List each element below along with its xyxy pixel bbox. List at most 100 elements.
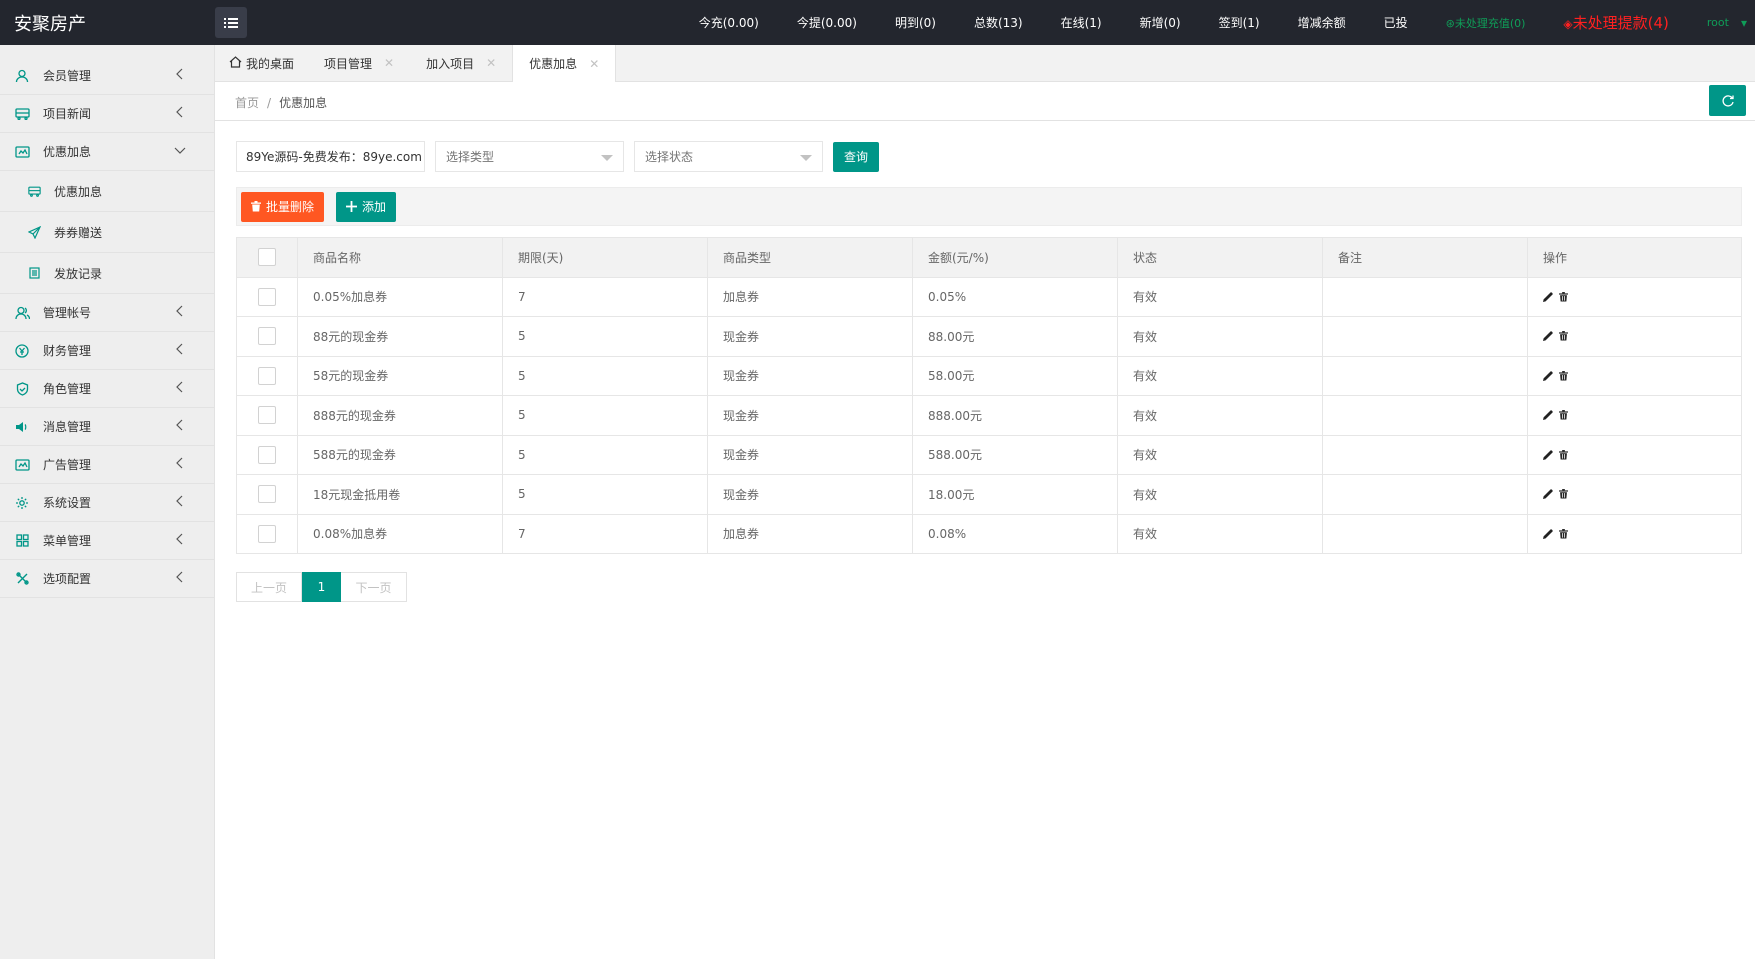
header-actions: 操作: [1527, 237, 1742, 278]
sidebar-item-promo[interactable]: 优惠加息: [0, 133, 214, 171]
tab-promo[interactable]: 优惠加息 ✕: [512, 45, 617, 82]
top-bar: 安聚房产 今充(0.00) 今提(0.00) 明到(0) 总数(13) 在线(1…: [0, 0, 1755, 45]
row-checkbox[interactable]: [258, 327, 276, 346]
table-row: 18元现金抵用卷 5 现金券 18.00元 有效: [236, 474, 1742, 515]
breadcrumb-current: 优惠加息: [279, 96, 328, 110]
list-icon: [26, 265, 42, 281]
cell-actions: [1527, 276, 1742, 317]
row-actions: [1543, 370, 1741, 381]
close-icon[interactable]: ✕: [486, 56, 496, 70]
top-nav-pending-withdraw[interactable]: ◈未处理提款(4): [1544, 12, 1687, 33]
query-button[interactable]: 查询: [833, 141, 880, 172]
row-checkbox[interactable]: [258, 524, 276, 543]
edit-icon[interactable]: [1543, 489, 1553, 500]
row-checkbox[interactable]: [258, 287, 276, 306]
refresh-icon: [1721, 94, 1734, 107]
cell-type: 现金券: [707, 474, 913, 515]
cell-remark: [1322, 355, 1528, 396]
edit-icon[interactable]: [1543, 450, 1553, 460]
add-button[interactable]: 添加: [336, 191, 397, 222]
trash-icon[interactable]: [1559, 449, 1568, 460]
row-checkbox[interactable]: [258, 406, 276, 425]
sidebar-item-settings[interactable]: 系统设置: [0, 484, 214, 522]
trash-icon[interactable]: [1559, 528, 1568, 539]
type-select[interactable]: 选择类型: [435, 141, 624, 172]
chevron-down-icon: [174, 147, 186, 154]
row-checkbox[interactable]: [258, 366, 276, 385]
next-page-button[interactable]: 下一页: [341, 572, 407, 602]
top-nav-signin[interactable]: 签到(1): [1200, 14, 1279, 31]
cell-term: 7: [502, 513, 708, 554]
sidebar-item-accounts[interactable]: 管理帐号: [0, 294, 214, 332]
table-toolbar: 批量删除 添加: [236, 187, 1742, 226]
chevron-left-icon: [176, 305, 183, 317]
sidebar-item-messages[interactable]: 消息管理: [0, 408, 214, 446]
finance-icon: [14, 343, 30, 359]
sidebar-item-roles[interactable]: 角色管理: [0, 370, 214, 408]
sidebar-subitem-coupon-gift[interactable]: 券券赠送: [0, 212, 214, 253]
top-nav-pending-recharge[interactable]: ⊛未处理充值(0): [1427, 15, 1545, 31]
header-status: 状态: [1117, 237, 1323, 278]
row-checkbox[interactable]: [258, 445, 276, 464]
sidebar-item-options[interactable]: 选项配置: [0, 560, 214, 598]
chevron-left-icon: [176, 343, 183, 355]
user-menu[interactable]: root: [1688, 16, 1741, 29]
tab-join-project[interactable]: 加入项目 ✕: [410, 45, 512, 81]
top-nav-today-recharge[interactable]: 今充(0.00): [680, 14, 778, 31]
select-all-checkbox[interactable]: [258, 248, 276, 267]
cell-remark: [1322, 434, 1528, 475]
caret-down-icon: [601, 155, 613, 161]
breadcrumb-home[interactable]: 首页: [235, 96, 259, 110]
menu-toggle-button[interactable]: [215, 7, 247, 38]
close-icon[interactable]: ✕: [589, 57, 599, 71]
row-actions: [1543, 528, 1741, 539]
edit-icon[interactable]: [1543, 529, 1553, 539]
cell-name: 888元的现金券: [297, 395, 503, 436]
trash-icon[interactable]: [1559, 331, 1568, 341]
tab-project-manage[interactable]: 项目管理 ✕: [308, 45, 410, 81]
edit-icon[interactable]: [1543, 371, 1553, 381]
top-nav-invested[interactable]: 已投: [1365, 14, 1427, 31]
tab-desktop[interactable]: 我的桌面: [215, 45, 308, 81]
cell-status: 有效: [1117, 355, 1323, 396]
sidebar-item-news[interactable]: 项目新闻: [0, 95, 214, 133]
row-checkbox[interactable]: [258, 485, 276, 504]
top-nav-adjust-balance[interactable]: 增减余额: [1279, 14, 1365, 31]
sidebar-item-member[interactable]: 会员管理: [0, 57, 214, 95]
sidebar-item-finance[interactable]: 财务管理: [0, 332, 214, 370]
page-number-button[interactable]: 1: [302, 572, 341, 602]
refresh-button[interactable]: [1709, 85, 1746, 116]
edit-icon[interactable]: [1543, 292, 1553, 302]
sidebar-item-menus[interactable]: 菜单管理: [0, 522, 214, 560]
sidebar-item-ads[interactable]: 广告管理: [0, 446, 214, 484]
table-body: 0.05%加息券 7 加息券 0.05% 有效 88元的现金券 5 现金券 88.00元 有效 58…: [236, 276, 1742, 554]
status-select[interactable]: 选择状态: [634, 141, 823, 172]
trash-icon[interactable]: [1559, 410, 1568, 420]
top-nav-new[interactable]: 新增(0): [1121, 14, 1200, 31]
top-nav-online[interactable]: 在线(1): [1042, 14, 1121, 31]
prev-page-button[interactable]: 上一页: [236, 572, 302, 602]
edit-icon[interactable]: [1543, 410, 1553, 421]
batch-delete-button[interactable]: 批量删除: [241, 191, 325, 222]
top-nav-total[interactable]: 总数(13): [955, 14, 1042, 31]
edit-icon[interactable]: [1543, 331, 1553, 342]
user-icon: [14, 68, 30, 84]
app-logo: 安聚房产: [14, 14, 86, 35]
trash-icon[interactable]: [1559, 291, 1568, 302]
trash-icon[interactable]: [1559, 370, 1568, 381]
trash-icon[interactable]: [1559, 489, 1568, 499]
row-actions: [1543, 410, 1741, 421]
close-icon[interactable]: ✕: [384, 56, 394, 70]
sidebar-subitem-issue-log[interactable]: 发放记录: [0, 253, 214, 294]
breadcrumb-bar: 首页 / 优惠加息: [215, 82, 1755, 121]
keyword-input[interactable]: [236, 141, 425, 172]
top-nav: 今充(0.00) 今提(0.00) 明到(0) 总数(13) 在线(1) 新增(…: [680, 0, 1755, 45]
sidebar-subitem-promo[interactable]: 优惠加息: [0, 171, 214, 212]
top-nav-tomorrow-due[interactable]: 明到(0): [876, 14, 955, 31]
top-nav-today-withdraw[interactable]: 今提(0.00): [778, 14, 876, 31]
cell-name: 588元的现金券: [297, 434, 503, 475]
cell-actions: [1527, 434, 1742, 475]
table-row: 588元的现金券 5 现金券 588.00元 有效: [236, 434, 1742, 475]
cell-status: 有效: [1117, 316, 1323, 357]
caret-down-icon[interactable]: ▾: [1741, 16, 1755, 30]
